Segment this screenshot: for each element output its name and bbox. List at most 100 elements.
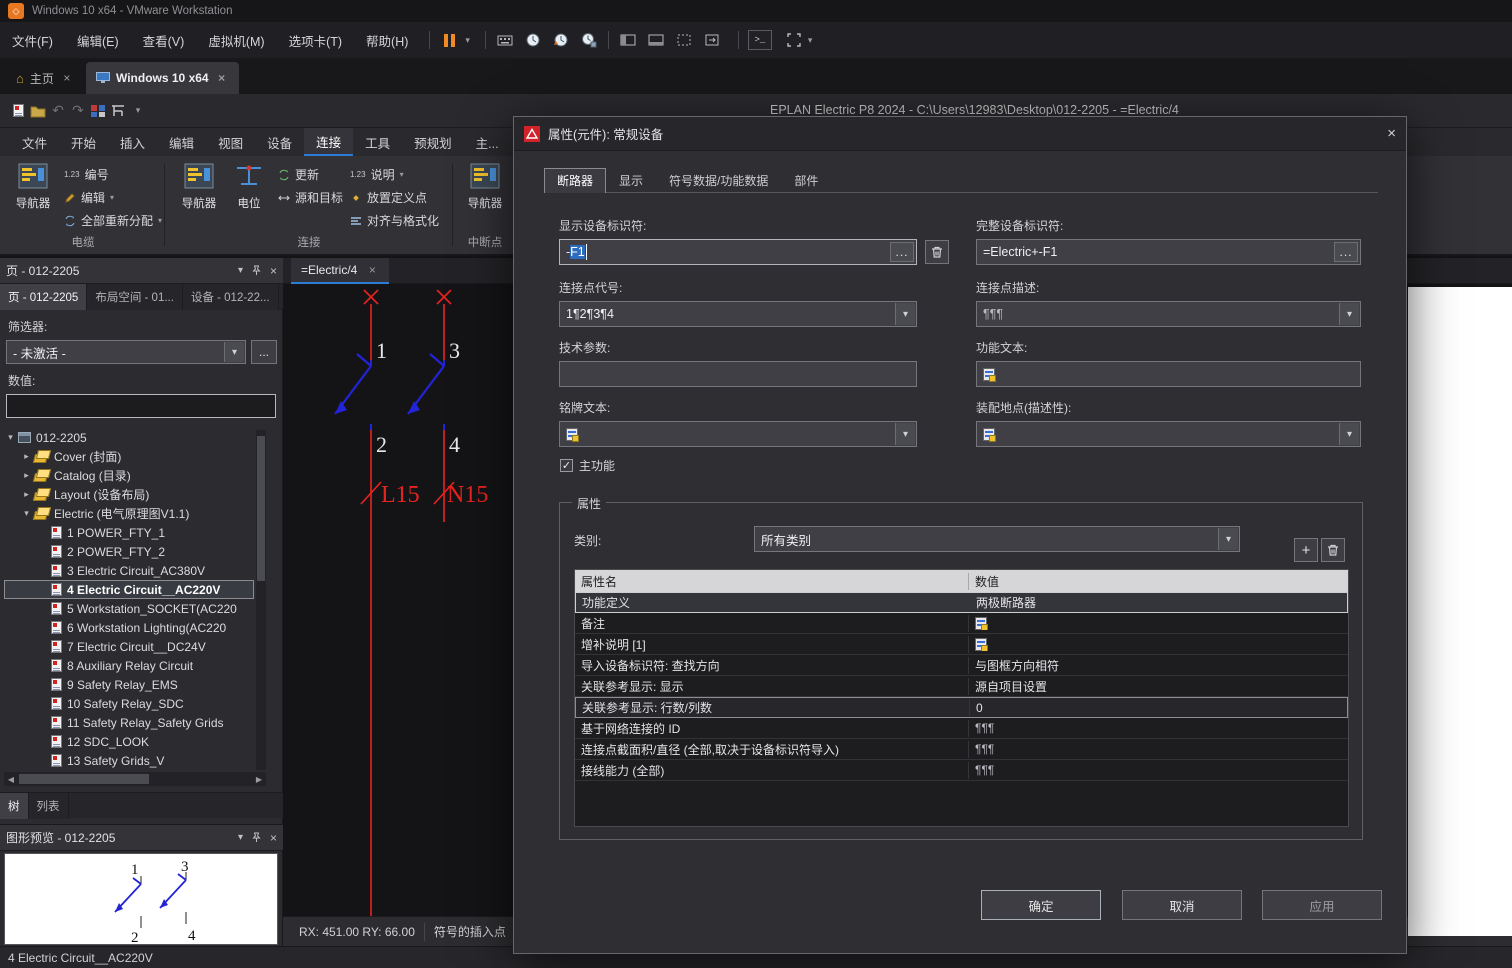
update-button[interactable]: 更新: [278, 166, 319, 183]
ribbon-tab-insert[interactable]: 插入: [108, 128, 157, 156]
tab-tree-view[interactable]: 树: [0, 793, 29, 819]
tab-list-view[interactable]: 列表: [29, 793, 69, 819]
close-icon[interactable]: ×: [270, 264, 277, 278]
column-header-value[interactable]: 数值: [969, 573, 1005, 590]
ribbon-tab-tools[interactable]: 工具: [353, 128, 402, 156]
close-icon[interactable]: ×: [60, 71, 74, 85]
function-text-input[interactable]: [976, 361, 1361, 387]
insert-symbol-icon[interactable]: [108, 101, 128, 121]
tab-layout-space[interactable]: 布局空间 - 01...: [87, 284, 183, 310]
tab-devices[interactable]: 设备 - 012-22...: [183, 284, 279, 310]
ribbon-tab-edit[interactable]: 编辑: [157, 128, 206, 156]
tree-item[interactable]: 3 Electric Circuit_AC380V: [4, 561, 254, 580]
fullscreen-dropdown-icon[interactable]: ▾: [808, 35, 813, 46]
expander-icon[interactable]: ▾: [4, 432, 17, 443]
ribbon-tab-masterdata[interactable]: 主...: [464, 128, 511, 156]
undo-icon[interactable]: ↶: [48, 101, 68, 121]
tab-parts[interactable]: 部件: [781, 167, 831, 192]
close-icon[interactable]: ×: [365, 263, 379, 277]
tab-breaker[interactable]: 断路器: [544, 168, 606, 193]
tree-item[interactable]: ▾Electric (电气原理图V1.1): [4, 504, 254, 523]
tree-horizontal-scrollbar[interactable]: ◀ ▶: [4, 772, 266, 786]
place-definition-point-button[interactable]: 放置定义点: [350, 189, 427, 206]
main-function-checkbox[interactable]: ✓: [560, 459, 573, 472]
cable-navigator-button[interactable]: 导航器: [6, 160, 60, 211]
technical-input[interactable]: [559, 361, 917, 387]
pin-icon[interactable]: [251, 832, 262, 843]
property-row[interactable]: 接线能力 (全部) ¶¶¶: [575, 760, 1348, 781]
preview-canvas[interactable]: 1 3 2 4: [4, 853, 278, 945]
category-combobox[interactable]: 所有类别 ▾: [754, 526, 1240, 552]
edit-cable-button[interactable]: 编辑 ▾: [64, 189, 114, 206]
new-page-icon[interactable]: [8, 101, 28, 121]
pause-vm-icon[interactable]: [439, 31, 459, 49]
cancel-button[interactable]: 取消: [1122, 890, 1242, 920]
ribbon-tab-file[interactable]: 文件: [10, 128, 59, 156]
close-icon[interactable]: ×: [215, 71, 229, 85]
pause-dropdown-icon[interactable]: ▾: [465, 35, 470, 46]
column-header-name[interactable]: 属性名: [575, 573, 969, 590]
tab-symbol-data[interactable]: 符号数据/功能数据: [656, 167, 781, 192]
revert-snapshot-icon[interactable]: [551, 30, 571, 50]
mounting-combobox[interactable]: ▾: [976, 421, 1361, 447]
panel-dropdown-icon[interactable]: ▾: [238, 265, 243, 276]
dropdown-icon[interactable]: ▾: [895, 423, 915, 445]
open-project-icon[interactable]: [28, 101, 48, 121]
property-row[interactable]: 导入设备标识符: 查找方向 与图框方向相符: [575, 655, 1348, 676]
menu-view[interactable]: 查看(V): [131, 22, 197, 58]
tree-item[interactable]: 8 Auxiliary Relay Circuit: [4, 656, 254, 675]
source-target-button[interactable]: 源和目标: [278, 189, 343, 206]
dropdown-icon[interactable]: ▾: [895, 303, 915, 325]
align-format-button[interactable]: 对齐与格式化: [350, 212, 439, 229]
pin-icon[interactable]: [251, 265, 262, 276]
ribbon-tab-start[interactable]: 开始: [59, 128, 108, 156]
tree-item[interactable]: 1 POWER_FTY_1: [4, 523, 254, 542]
take-snapshot-icon[interactable]: [523, 30, 543, 50]
tree-item[interactable]: ▸Cover (封面): [4, 447, 254, 466]
description-button[interactable]: 1.23 说明 ▾: [350, 166, 404, 183]
home-tab[interactable]: ⌂ 主页 ×: [6, 64, 84, 92]
redo-icon[interactable]: ↷: [68, 101, 88, 121]
snapshot-manager-icon[interactable]: [579, 30, 599, 50]
fit-window-icon[interactable]: [702, 30, 722, 50]
dropdown-icon[interactable]: ▾: [1339, 303, 1359, 325]
ribbon-tab-connection[interactable]: 连接: [304, 128, 353, 156]
add-property-button[interactable]: +: [1294, 538, 1318, 562]
tree-item[interactable]: 7 Electric Circuit__DC24V: [4, 637, 254, 656]
tree-vertical-scrollbar[interactable]: [256, 430, 266, 770]
expander-icon[interactable]: ▸: [20, 451, 33, 462]
connection-codes-combobox[interactable]: 1¶2¶3¶4 ▾: [559, 301, 917, 327]
console-toggle-icon[interactable]: [646, 30, 666, 50]
ok-button[interactable]: 确定: [981, 890, 1101, 920]
visible-dt-input[interactable]: -F1 ...: [559, 239, 917, 265]
property-row[interactable]: 备注: [575, 613, 1348, 634]
delete-property-button[interactable]: [1321, 538, 1345, 562]
menu-help[interactable]: 帮助(H): [354, 22, 420, 58]
browse-icon[interactable]: ...: [890, 242, 914, 262]
tree-item[interactable]: 6 Workstation Lighting(AC220: [4, 618, 254, 637]
ribbon-tab-view[interactable]: 视图: [206, 128, 255, 156]
filter-browse-button[interactable]: ...: [251, 340, 277, 364]
tree-item[interactable]: 11 Safety Relay_Safety Grids: [4, 713, 254, 732]
dropdown-icon[interactable]: ▾: [224, 342, 244, 362]
quick-access-dropdown-icon[interactable]: ▾: [128, 101, 148, 121]
tree-item-project[interactable]: ▾012-2205: [4, 428, 254, 447]
full-dt-input[interactable]: =Electric+-F1 ...: [976, 239, 1361, 265]
expander-icon[interactable]: ▾: [20, 508, 33, 519]
tree-item[interactable]: 5 Workstation_SOCKET(AC220: [4, 599, 254, 618]
panel-dropdown-icon[interactable]: ▾: [238, 832, 243, 843]
tree-item[interactable]: ▸Layout (设备布局): [4, 485, 254, 504]
tree-item[interactable]: 2 POWER_FTY_2: [4, 542, 254, 561]
property-row[interactable]: 功能定义 两极断路器: [575, 592, 1348, 613]
property-row[interactable]: 增补说明 [1]: [575, 634, 1348, 655]
close-icon[interactable]: ×: [1387, 125, 1396, 142]
expander-icon[interactable]: ▸: [20, 470, 33, 481]
tab-pages[interactable]: 页 - 012-2205: [0, 284, 87, 310]
scroll-right-icon[interactable]: ▶: [252, 772, 266, 786]
tree-item[interactable]: ▸Catalog (目录): [4, 466, 254, 485]
menu-edit[interactable]: 编辑(E): [65, 22, 131, 58]
fullscreen-icon[interactable]: [784, 30, 804, 50]
delete-dt-button[interactable]: [925, 240, 949, 264]
tab-display[interactable]: 显示: [606, 167, 656, 192]
property-row[interactable]: 关联参考显示: 行数/列数 0: [575, 697, 1348, 718]
